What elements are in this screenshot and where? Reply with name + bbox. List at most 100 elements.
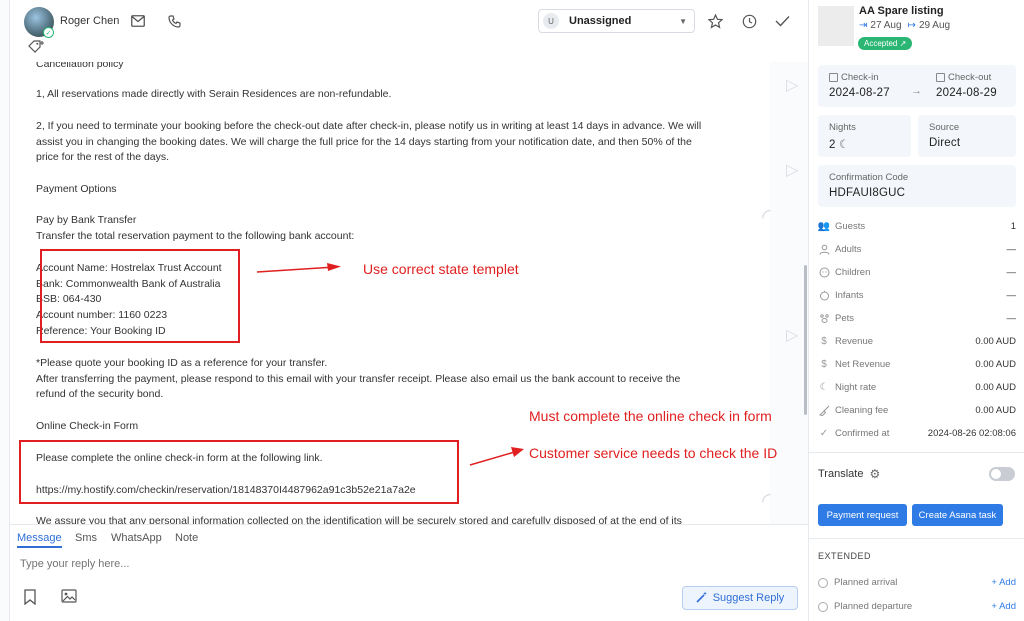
planned-arrival-label: Planned arrival bbox=[834, 577, 898, 588]
phone-icon[interactable] bbox=[166, 13, 182, 29]
checkin-date: 2024-08-27 bbox=[829, 87, 890, 99]
message-line: Pay by Bank Transfer bbox=[36, 214, 137, 226]
checkout-date: 2024-08-29 bbox=[936, 87, 997, 99]
confirmation-card: Confirmation Code HDFAUI8GUC bbox=[818, 165, 1016, 207]
suggest-reply-button[interactable]: Suggest Reply bbox=[682, 586, 798, 610]
check-icon: ✓ bbox=[819, 427, 829, 439]
checkout-short: 29 Aug bbox=[918, 20, 951, 31]
reply-input[interactable] bbox=[20, 558, 660, 570]
add-departure-link[interactable]: + Add bbox=[991, 601, 1016, 612]
listing-thumbnail bbox=[818, 6, 854, 46]
moon-icon: ☾ bbox=[819, 381, 829, 393]
create-asana-task-button[interactable]: Create Asana task bbox=[912, 504, 1003, 526]
message-line: After transferring the payment, please r… bbox=[36, 373, 681, 385]
tab-note[interactable]: Note bbox=[175, 532, 198, 544]
magic-wand-icon bbox=[696, 591, 708, 606]
paw-icon bbox=[818, 312, 830, 324]
send-icon: ▷ bbox=[786, 162, 799, 179]
guests-icon: 👥 bbox=[817, 220, 831, 232]
highlight-box-checkin bbox=[19, 440, 459, 504]
radio-icon[interactable] bbox=[818, 601, 828, 612]
infant-icon bbox=[818, 289, 830, 301]
stat-adults: Adults — bbox=[818, 241, 1016, 257]
logout-icon: ↦ bbox=[907, 20, 916, 31]
stat-night-rate: ☾ Night rate 0.00 AUD bbox=[819, 381, 1016, 393]
dates-card: Check-in 2024-08-27 → Check-out 2024-08-… bbox=[818, 65, 1016, 107]
dollar-icon: $ bbox=[821, 358, 827, 370]
calendar-icon bbox=[936, 73, 945, 82]
gear-icon[interactable]: ⚙ bbox=[869, 467, 880, 481]
tab-sms[interactable]: Sms bbox=[75, 532, 97, 544]
stat-pets: Pets — bbox=[818, 310, 1016, 326]
spinner-icon: ◜ bbox=[762, 488, 771, 513]
highlight-box-bank bbox=[40, 249, 240, 343]
checkin-short: 27 Aug bbox=[870, 20, 902, 31]
person-icon bbox=[818, 243, 830, 255]
status-badge[interactable]: Accepted ↗ bbox=[858, 37, 913, 50]
assignee-select[interactable]: U Unassigned ▼ bbox=[538, 9, 695, 33]
confirmation-caption: Confirmation Code bbox=[829, 172, 909, 183]
confirmation-code[interactable]: HDFAUI8GUC bbox=[829, 187, 905, 199]
stat-cleaning-fee: Cleaning fee 0.00 AUD bbox=[818, 402, 1016, 418]
clock-icon[interactable] bbox=[741, 13, 757, 29]
send-icon: ▷ bbox=[786, 77, 799, 94]
planned-departure-row: Planned departure + Add bbox=[818, 601, 1016, 612]
verified-badge-icon: ✓ bbox=[43, 27, 54, 38]
listing-title[interactable]: AA Spare listing bbox=[859, 5, 944, 17]
radio-icon[interactable] bbox=[818, 577, 828, 588]
divider bbox=[809, 538, 1024, 539]
login-icon: ⇥ bbox=[859, 20, 868, 31]
reservation-sidebar: AA Spare listing ⇥ 27 Aug ↦ 29 Aug Accep… bbox=[808, 0, 1024, 621]
send-icon: ▷ bbox=[786, 327, 799, 344]
message-line: assist you in changing the booking dates… bbox=[36, 136, 692, 148]
mail-icon[interactable] bbox=[130, 13, 146, 29]
bookmark-icon[interactable] bbox=[23, 589, 39, 606]
chevron-down-icon: ▼ bbox=[679, 16, 687, 26]
message-line: Transfer the total reservation payment t… bbox=[36, 230, 355, 242]
checkout-caption: Check-out bbox=[936, 72, 991, 83]
star-icon[interactable] bbox=[707, 13, 723, 29]
message-line: We assure you that any personal informat… bbox=[36, 515, 682, 524]
translate-label: Translate bbox=[818, 468, 864, 480]
add-arrival-link[interactable]: + Add bbox=[991, 577, 1016, 588]
divider bbox=[809, 452, 1024, 453]
stat-guests: 👥 Guests 1 bbox=[817, 220, 1016, 232]
tag-add-icon[interactable] bbox=[28, 40, 46, 56]
spinner-icon: ◜ bbox=[762, 204, 771, 229]
listing-dates: ⇥ 27 Aug ↦ 29 Aug bbox=[859, 20, 950, 31]
message-line: *Please quote your booking ID as a refer… bbox=[36, 357, 328, 369]
message-line: Payment Options bbox=[36, 183, 117, 195]
nights-card: Nights 2 ☾ bbox=[818, 115, 911, 157]
contact-name[interactable]: Roger Chen bbox=[60, 15, 119, 27]
arrow-icon bbox=[469, 447, 524, 466]
annotation-template: Use correct state templet bbox=[363, 261, 519, 277]
image-icon[interactable] bbox=[61, 589, 77, 605]
tab-whatsapp[interactable]: WhatsApp bbox=[111, 532, 162, 544]
message-line: Cancellation policy bbox=[36, 62, 124, 70]
dollar-icon: $ bbox=[821, 335, 827, 347]
source-caption: Source bbox=[929, 122, 960, 133]
suggest-reply-label: Suggest Reply bbox=[712, 592, 785, 604]
stat-infants: Infants — bbox=[818, 287, 1016, 303]
payment-request-button[interactable]: Payment request bbox=[818, 504, 907, 526]
nights-caption: Nights bbox=[829, 122, 856, 133]
stat-net-revenue: $ Net Revenue 0.00 AUD bbox=[818, 356, 1016, 372]
check-icon[interactable] bbox=[774, 13, 790, 29]
stat-children: Children — bbox=[818, 264, 1016, 280]
broom-icon bbox=[818, 404, 830, 416]
composer-tabs: Message Sms WhatsApp Note bbox=[10, 524, 808, 550]
nights-value: 2 ☾ bbox=[829, 139, 850, 151]
source-value: Direct bbox=[929, 137, 961, 149]
planned-arrival-row: Planned arrival + Add bbox=[818, 577, 1016, 588]
message-line: 2, If you need to terminate your booking… bbox=[36, 120, 702, 132]
message-line: 1, All reservations made directly with S… bbox=[36, 88, 392, 100]
left-gutter bbox=[0, 0, 10, 621]
checkin-caption: Check-in bbox=[829, 72, 879, 83]
arrow-right-icon: → bbox=[911, 85, 922, 97]
translate-toggle[interactable] bbox=[989, 467, 1015, 481]
tab-message[interactable]: Message bbox=[17, 532, 62, 548]
message-line: refund of the security bond. bbox=[36, 388, 164, 400]
moon-icon: ☾ bbox=[839, 139, 850, 151]
message-line: price for the rest of the days. bbox=[36, 151, 170, 163]
scrollbar[interactable] bbox=[804, 265, 807, 415]
